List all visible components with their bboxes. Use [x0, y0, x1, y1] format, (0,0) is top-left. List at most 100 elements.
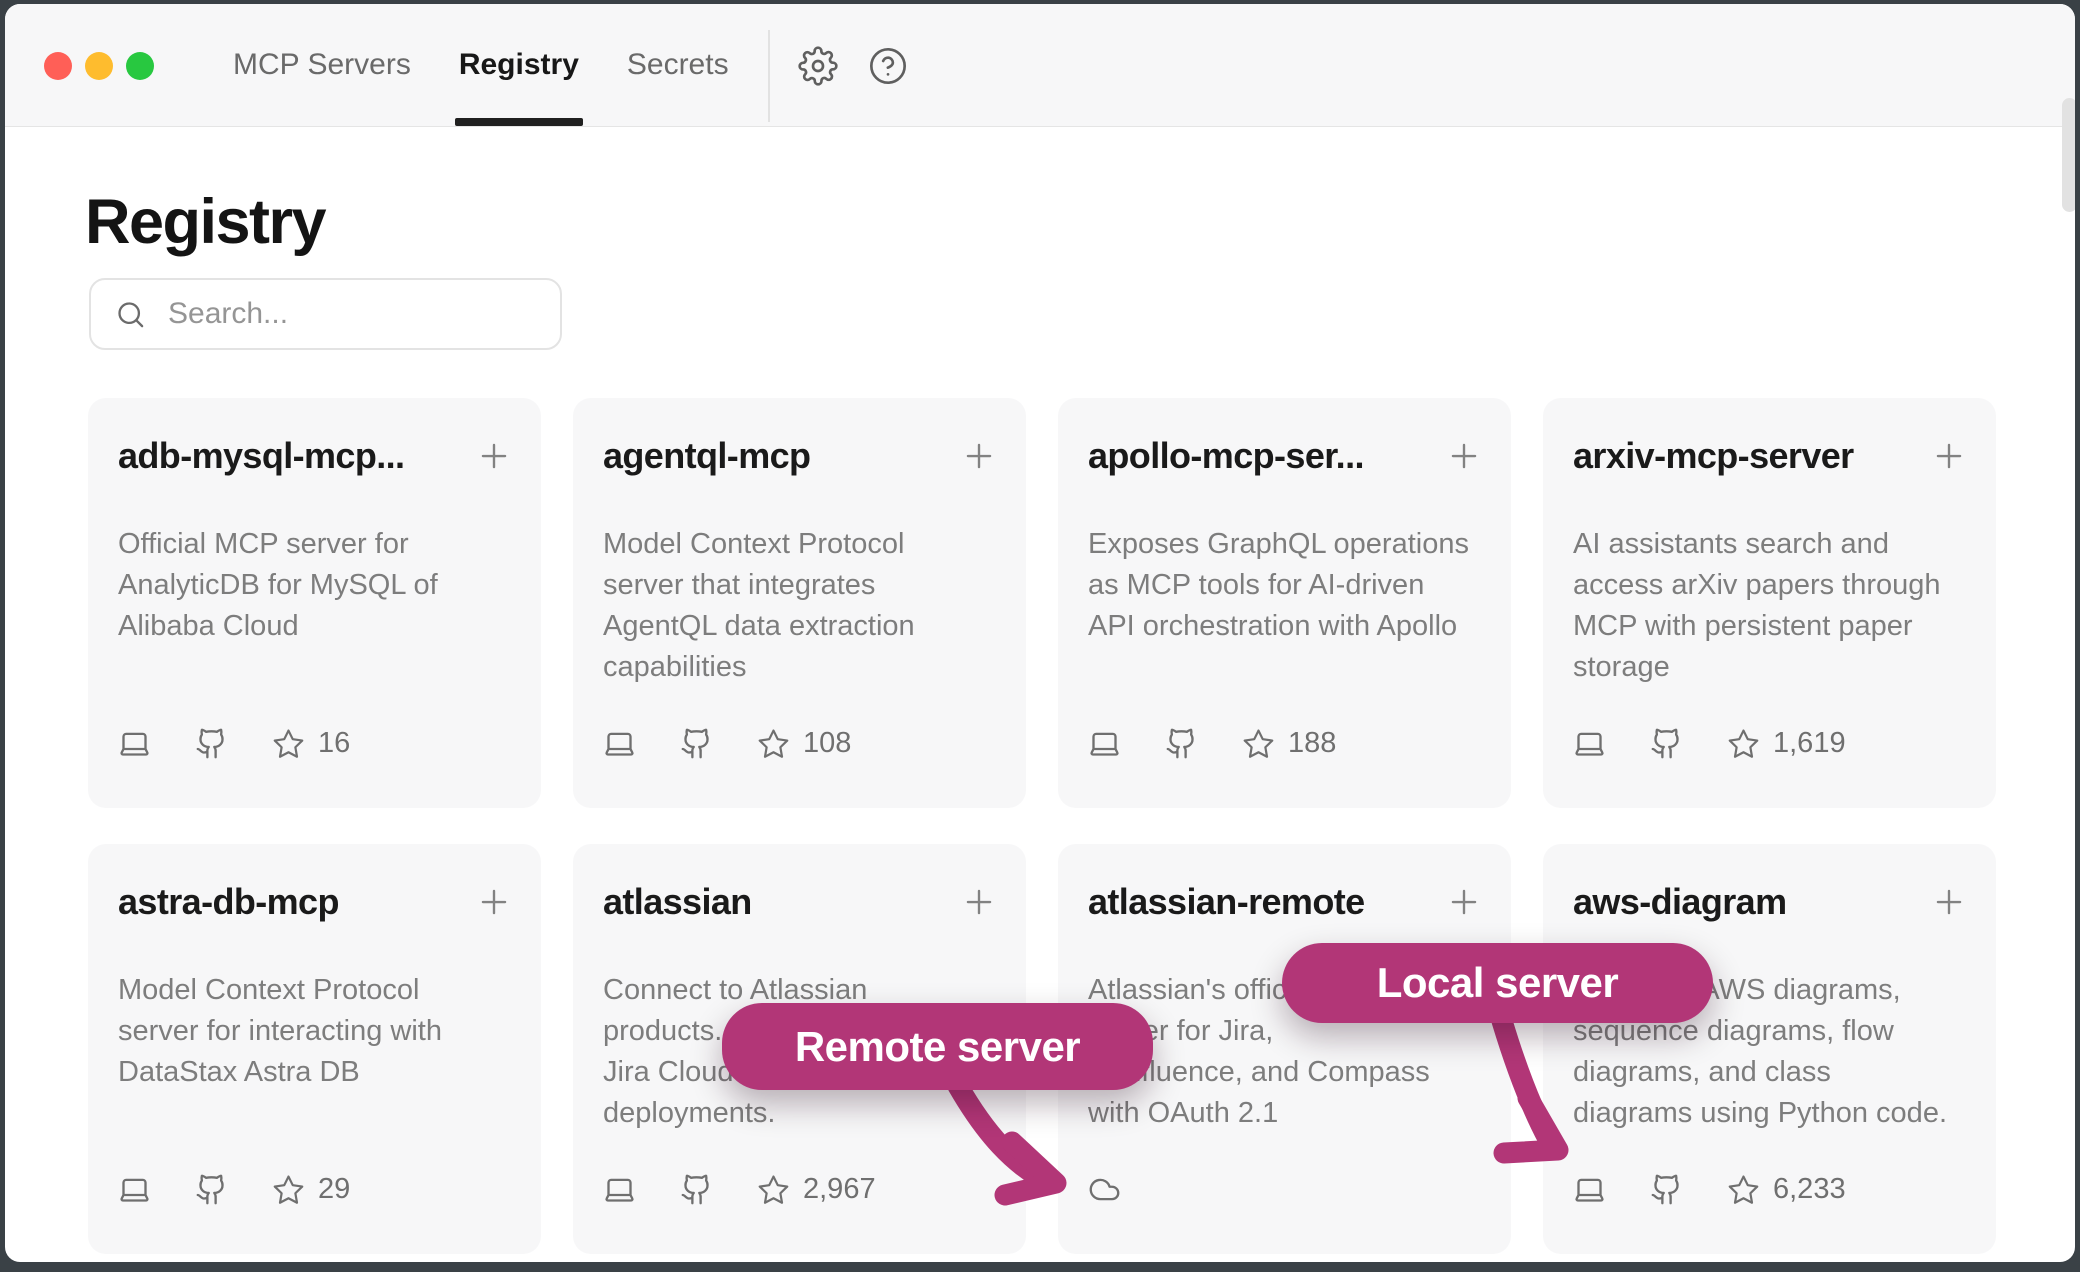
laptop-icon: [118, 1173, 151, 1206]
desktop-background: MCP ServersRegistrySecrets Registry: [0, 0, 2080, 1272]
card-footer: [1088, 1173, 1483, 1206]
description-line: diagrams, and class: [1573, 1052, 1968, 1093]
laptop-icon: [1573, 1173, 1606, 1206]
card-header: atlassian: [603, 880, 998, 924]
tab-label: Secrets: [627, 48, 729, 82]
server-name: atlassian-remote: [1088, 880, 1365, 924]
tab-mcp-servers[interactable]: MCP Servers: [233, 4, 411, 126]
server-description: Official MCP server forAnalyticDB for My…: [118, 524, 513, 647]
github-stars-stat: 108: [757, 727, 851, 760]
card-header: adb-mysql-mcp...: [118, 434, 513, 478]
star-icon: [1727, 1173, 1760, 1206]
card-header: astra-db-mcp: [118, 880, 513, 924]
star-icon: [272, 1173, 305, 1206]
laptop-icon: [603, 1173, 636, 1206]
search-box[interactable]: [89, 278, 562, 350]
github-icon: [1650, 1173, 1683, 1206]
server-name: apollo-mcp-ser...: [1088, 434, 1364, 478]
laptop-icon: [603, 727, 636, 760]
server-description: Model Context Protocolserver for interac…: [118, 970, 513, 1093]
description-line: Official MCP server for: [118, 524, 513, 565]
star-icon: [1242, 727, 1275, 760]
laptop-icon: [1573, 727, 1606, 760]
description-line: API orchestration with Apollo: [1088, 606, 1483, 647]
star-count: 108: [803, 727, 851, 760]
add-server-button plus-icon[interactable]: [1930, 883, 1968, 921]
tab-secrets[interactable]: Secrets: [627, 4, 729, 126]
description-line: DataStax Astra DB: [118, 1052, 513, 1093]
cloud-icon: [1088, 1173, 1121, 1206]
star-icon: [757, 1173, 790, 1206]
github-stars-stat: 6,233: [1727, 1173, 1846, 1206]
server-name: arxiv-mcp-server: [1573, 434, 1854, 478]
add-server-button plus-icon[interactable]: [960, 437, 998, 475]
add-server-button plus-icon[interactable]: [1445, 883, 1483, 921]
local-server-callout: Local server: [1282, 943, 1713, 1023]
description-line: capabilities: [603, 647, 998, 688]
description-line: AI assistants search and: [1573, 524, 1968, 565]
traffic-lights: [44, 52, 154, 80]
add-server-button plus-icon[interactable]: [475, 883, 513, 921]
minimize-window-button[interactable]: [85, 52, 113, 80]
github-icon: [195, 1173, 228, 1206]
server-card-arxiv-mcp-server[interactable]: arxiv-mcp-server AI assistants search and…: [1543, 398, 1996, 808]
vertical-scrollbar-thumb[interactable]: [2062, 98, 2075, 212]
star-count: 6,233: [1773, 1173, 1846, 1206]
description-line: diagrams using Python code.: [1573, 1093, 1968, 1134]
server-card-adb-mysql-mcp[interactable]: adb-mysql-mcp...Official MCP server forA…: [88, 398, 541, 808]
header-divider: [768, 30, 770, 122]
card-footer: 1,619: [1573, 727, 1968, 760]
github-stars-stat: 16: [272, 727, 350, 760]
github-icon: [1650, 727, 1683, 760]
github-stars-stat: 188: [1242, 727, 1336, 760]
card-footer: 29: [118, 1173, 513, 1206]
card-header: arxiv-mcp-server: [1573, 434, 1968, 478]
settings-gear-icon[interactable]: [798, 46, 838, 86]
description-line: access arXiv papers through: [1573, 565, 1968, 606]
server-card-astra-db-mcp[interactable]: astra-db-mcp Model Context Protocolserver…: [88, 844, 541, 1254]
github-icon: [680, 1173, 713, 1206]
github-icon: [680, 727, 713, 760]
help-icon[interactable]: [868, 46, 908, 86]
server-description: Exposes GraphQL operationsas MCP tools f…: [1088, 524, 1483, 647]
description-line: server for interacting with: [118, 1011, 513, 1052]
search-input[interactable]: [166, 296, 540, 332]
star-icon: [272, 727, 305, 760]
star-count: 1,619: [1773, 727, 1846, 760]
server-name: atlassian: [603, 880, 752, 924]
description-line: MCP with persistent paper: [1573, 606, 1968, 647]
star-count: 188: [1288, 727, 1336, 760]
card-footer: 16: [118, 727, 513, 760]
card-footer: 188: [1088, 727, 1483, 760]
server-description: Model Context Protocolserver that integr…: [603, 524, 998, 688]
search-icon: [115, 299, 146, 330]
add-server-button plus-icon[interactable]: [475, 437, 513, 475]
description-line: Alibaba Cloud: [118, 606, 513, 647]
add-server-button plus-icon[interactable]: [1445, 437, 1483, 475]
server-name: adb-mysql-mcp...: [118, 434, 404, 478]
close-window-button[interactable]: [44, 52, 72, 80]
server-name: agentql-mcp: [603, 434, 810, 478]
card-header: atlassian-remote: [1088, 880, 1483, 924]
github-stars-stat: 29: [272, 1173, 350, 1206]
tab-label: MCP Servers: [233, 48, 411, 82]
add-server-button plus-icon[interactable]: [1930, 437, 1968, 475]
card-footer: 6,233: [1573, 1173, 1968, 1206]
tab-registry[interactable]: Registry: [459, 4, 579, 126]
zoom-window-button[interactable]: [126, 52, 154, 80]
star-count: 16: [318, 727, 350, 760]
server-name: aws-diagram: [1573, 880, 1786, 924]
registry-card-grid: adb-mysql-mcp...Official MCP server forA…: [88, 398, 1996, 1254]
server-card-agentql-mcp[interactable]: agentql-mcp Model Context Protocolserver …: [573, 398, 1026, 808]
server-description: AI assistants search andaccess arXiv pap…: [1573, 524, 1968, 688]
description-line: as MCP tools for AI-driven: [1088, 565, 1483, 606]
server-card-aws-diagram[interactable]: aws-diagramGenerate AWS diagrams,sequenc…: [1543, 844, 1996, 1254]
github-icon: [1165, 727, 1198, 760]
add-server-button plus-icon[interactable]: [960, 883, 998, 921]
remote-server-callout: Remote server: [722, 1003, 1153, 1090]
laptop-icon: [1088, 727, 1121, 760]
card-header: apollo-mcp-ser...: [1088, 434, 1483, 478]
card-header: agentql-mcp: [603, 434, 998, 478]
card-footer: 108: [603, 727, 998, 760]
server-card-apollo-mcp-ser[interactable]: apollo-mcp-ser... Exposes GraphQL operati…: [1058, 398, 1511, 808]
